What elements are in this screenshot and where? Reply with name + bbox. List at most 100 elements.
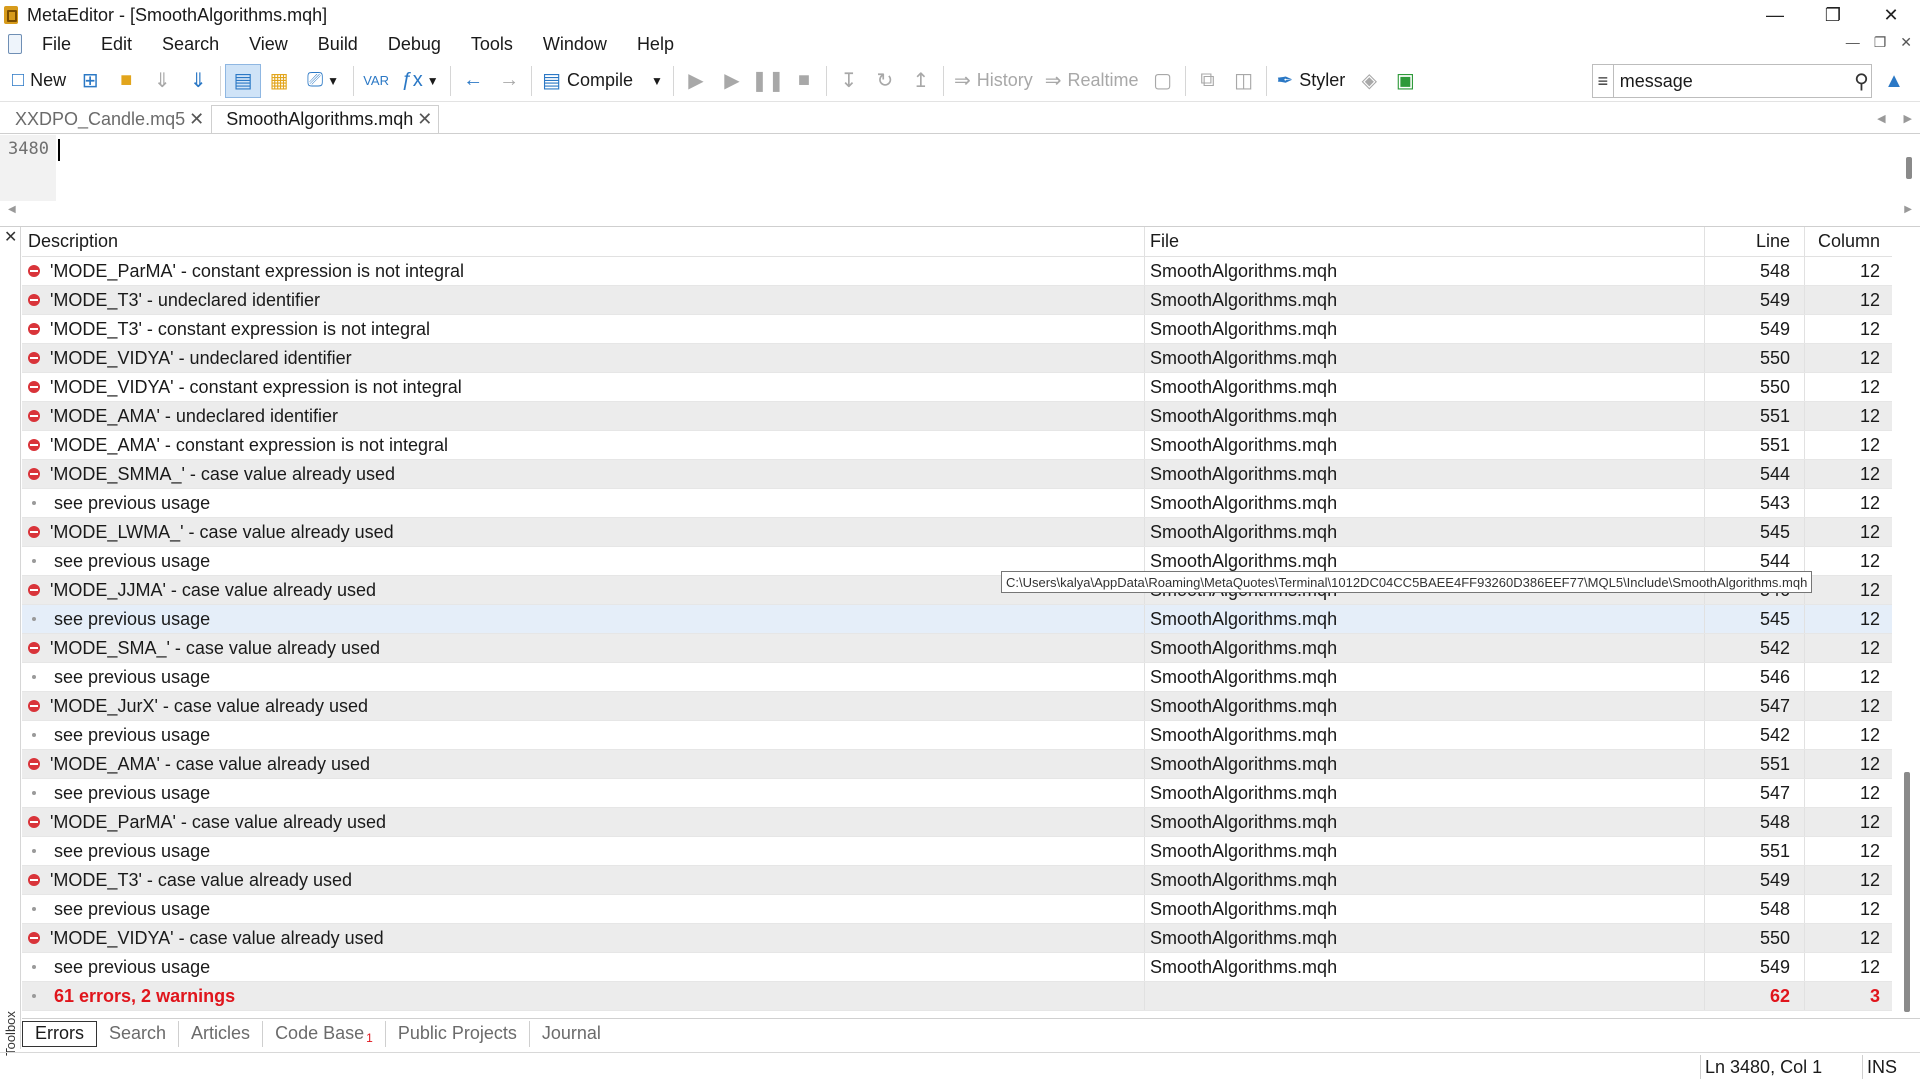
start-history-button[interactable]: ▶ xyxy=(714,64,750,98)
copy-button[interactable]: ⧉ xyxy=(1190,64,1226,98)
step-over-button[interactable]: ↻ xyxy=(867,64,903,98)
start-debug-button[interactable]: ▶ xyxy=(678,64,714,98)
toolbar-separator xyxy=(220,65,222,96)
toolbox-toggle-button[interactable]: ▤ xyxy=(225,63,262,98)
scroll-right-icon[interactable]: ▶ xyxy=(1904,112,1912,125)
tab-smoothalgorithms[interactable]: SmoothAlgorithms.mqh ✕ xyxy=(211,105,440,133)
header-description[interactable]: Description xyxy=(22,227,1144,256)
errors-scrollbar-thumb[interactable] xyxy=(1904,772,1910,1012)
paste-dropdown-button[interactable]: ⎚ ▼ xyxy=(297,64,349,98)
menu-tools[interactable]: Tools xyxy=(456,34,528,55)
table-row[interactable]: 'MODE_ParMA' - case value already used Sm… xyxy=(22,808,1892,837)
insert-variable-button[interactable]: VAR xyxy=(358,64,394,98)
save-button[interactable]: ⇓ xyxy=(144,64,180,98)
header-line[interactable]: Line xyxy=(1704,227,1804,256)
tab-articles[interactable]: Articles xyxy=(179,1020,264,1047)
editor-scrollbar-thumb[interactable] xyxy=(1906,157,1912,179)
minimize-icon[interactable]: — xyxy=(1746,0,1804,30)
graduation-cap-icon[interactable]: ▲ xyxy=(1876,66,1912,96)
history-button[interactable]: ⇒ History xyxy=(948,64,1039,98)
tab-xxdpo-candle[interactable]: XXDPO_Candle.mq5 ✕ xyxy=(0,105,211,133)
scroll-left-icon[interactable]: ◀ xyxy=(8,204,16,215)
forward-button[interactable]: → xyxy=(491,64,527,98)
menu-view[interactable]: View xyxy=(234,34,303,55)
table-row[interactable]: 'MODE_VIDYA' - undeclared identifier Smoo… xyxy=(22,344,1892,373)
search-input[interactable] xyxy=(1613,66,1852,96)
menu-build[interactable]: Build xyxy=(303,34,373,55)
new-button[interactable]: □ New xyxy=(6,64,72,98)
search-icon[interactable]: ⚲ xyxy=(1852,69,1871,94)
table-row[interactable]: 'MODE_AMA' - case value already used Smoo… xyxy=(22,750,1892,779)
insert-function-button[interactable]: ƒx ▼ xyxy=(394,64,446,98)
mdi-close-icon[interactable]: ✕ xyxy=(1900,34,1912,51)
close-icon[interactable]: ✕ xyxy=(4,227,17,247)
close-icon[interactable]: ✕ xyxy=(189,109,204,130)
cell-file: SmoothAlgorithms.mqh xyxy=(1144,866,1704,894)
mdi-minimize-icon[interactable]: — xyxy=(1846,34,1860,51)
scroll-right-icon[interactable]: ▶ xyxy=(1904,204,1912,215)
stop-button[interactable]: ■ xyxy=(786,64,822,98)
header-column[interactable]: Column xyxy=(1804,227,1892,256)
table-row[interactable]: see previous usage SmoothAlgorithms.mqh 54… xyxy=(22,721,1892,750)
table-row[interactable]: 'MODE_AMA' - constant expression is not … xyxy=(22,431,1892,460)
table-row[interactable]: see previous usage SmoothAlgorithms.mqh 54… xyxy=(22,953,1892,982)
insert-mode[interactable]: INS xyxy=(1862,1055,1897,1079)
stop-profiling-button[interactable]: ▢ xyxy=(1145,64,1181,98)
menu-help[interactable]: Help xyxy=(622,34,689,55)
table-row[interactable]: see previous usage SmoothAlgorithms.mqh 54… xyxy=(22,605,1892,634)
table-row[interactable]: see previous usage SmoothAlgorithms.mqh 54… xyxy=(22,489,1892,518)
summary-row[interactable]: 61 errors, 2 warnings 62 3 xyxy=(22,982,1892,1011)
tools-button[interactable]: ◈ xyxy=(1351,64,1387,98)
table-row[interactable]: see previous usage SmoothAlgorithms.mqh 54… xyxy=(22,895,1892,924)
search-settings-icon[interactable]: ≡ xyxy=(1593,65,1614,97)
table-row[interactable]: see previous usage SmoothAlgorithms.mqh 55… xyxy=(22,837,1892,866)
menu-edit[interactable]: Edit xyxy=(86,34,147,55)
styler-button[interactable]: ✒ Styler xyxy=(1271,64,1352,98)
table-row[interactable]: 'MODE_JurX' - case value already used Smo… xyxy=(22,692,1892,721)
menu-file[interactable]: File xyxy=(22,34,86,55)
menu-debug[interactable]: Debug xyxy=(373,34,456,55)
table-row[interactable]: see previous usage SmoothAlgorithms.mqh 54… xyxy=(22,779,1892,808)
close-icon[interactable]: ✕ xyxy=(417,109,432,130)
errors-table: Description File Line Column 'MODE_ParMA… xyxy=(22,227,1892,1011)
table-row[interactable]: 'MODE_ParMA' - constant expression is no… xyxy=(22,257,1892,286)
tab-search[interactable]: Search xyxy=(97,1020,180,1047)
table-row[interactable]: 'MODE_VIDYA' - case value already used Sm… xyxy=(22,924,1892,953)
close-icon[interactable]: ✕ xyxy=(1862,0,1920,30)
chevron-down-icon[interactable]: ▼ xyxy=(651,74,663,88)
step-out-button[interactable]: ↥ xyxy=(903,64,939,98)
pause-button[interactable]: ❚❚ xyxy=(750,64,786,98)
navigator-button[interactable]: ▦ xyxy=(261,64,297,98)
table-row[interactable]: 'MODE_SMMA_' - case value already used Sm… xyxy=(22,460,1892,489)
mdi-restore-icon[interactable]: ❐ xyxy=(1874,34,1887,51)
tab-journal[interactable]: Journal xyxy=(530,1021,613,1047)
compare-button[interactable]: ◫ xyxy=(1226,64,1262,98)
table-row[interactable]: 'MODE_T3' - case value already used Smoot… xyxy=(22,866,1892,895)
compile-button[interactable]: ▤ Compile ▼ xyxy=(536,64,669,98)
open-button[interactable]: ■ xyxy=(108,64,144,98)
new-project-button[interactable]: ⊞ xyxy=(72,64,108,98)
tab-code-base[interactable]: Code Base 1 xyxy=(263,1020,386,1047)
table-row[interactable]: 'MODE_AMA' - undeclared identifier Smooth… xyxy=(22,402,1892,431)
code-editor[interactable]: 3480 xyxy=(0,135,1920,201)
step-into-button[interactable]: ↧ xyxy=(831,64,867,98)
scroll-left-icon[interactable]: ◀ xyxy=(1877,112,1885,125)
header-file[interactable]: File xyxy=(1144,227,1704,256)
restore-icon[interactable]: ❐ xyxy=(1804,0,1862,30)
menu-window[interactable]: Window xyxy=(528,34,622,55)
table-row[interactable]: 'MODE_T3' - undeclared identifier SmoothA… xyxy=(22,286,1892,315)
realtime-button[interactable]: ⇒ Realtime xyxy=(1039,64,1145,98)
save-all-button[interactable]: ⇓ xyxy=(180,64,216,98)
table-row[interactable]: 'MODE_SMA_' - case value already used Smo… xyxy=(22,634,1892,663)
tab-public-projects[interactable]: Public Projects xyxy=(386,1020,530,1047)
back-button[interactable]: ← xyxy=(455,64,491,98)
tab-errors[interactable]: Errors xyxy=(22,1020,97,1047)
table-row[interactable]: 'MODE_VIDYA' - constant expression is no… xyxy=(22,373,1892,402)
editor-horizontal-scrollbar[interactable]: ◀ ▶ xyxy=(0,200,1920,218)
table-row[interactable]: see previous usage SmoothAlgorithms.mqh 54… xyxy=(22,663,1892,692)
terminal-button[interactable]: ▣ xyxy=(1387,64,1423,98)
document-icon[interactable] xyxy=(8,34,22,54)
table-row[interactable]: 'MODE_LWMA_' - case value already used Sm… xyxy=(22,518,1892,547)
table-row[interactable]: 'MODE_T3' - constant expression is not i… xyxy=(22,315,1892,344)
menu-search[interactable]: Search xyxy=(147,34,234,55)
